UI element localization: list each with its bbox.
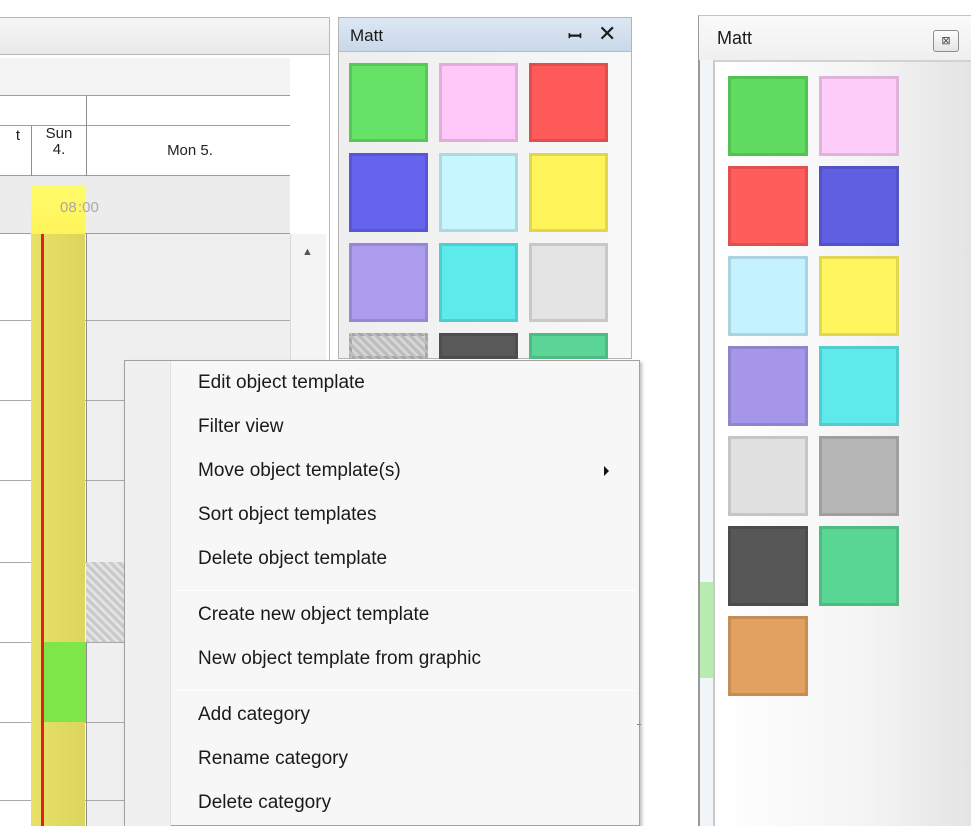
color-swatch[interactable] [728, 346, 808, 426]
color-swatch[interactable] [728, 166, 808, 246]
menu-item-edit-object-template[interactable]: Edit object template [198, 372, 365, 394]
menu-item-sort-object-templates[interactable]: Sort object templates [198, 504, 376, 526]
color-swatch[interactable] [728, 526, 808, 606]
day-header-mon[interactable]: Mon 5. [140, 143, 240, 159]
floating-palette-border [699, 60, 700, 826]
hatched-cell[interactable] [86, 562, 126, 642]
floating-palette-edge [699, 60, 713, 826]
scheduler-header-band [0, 58, 290, 96]
day-header-sun-line2: 4. [52, 141, 66, 158]
color-swatch[interactable] [439, 153, 518, 232]
color-swatch[interactable] [819, 256, 899, 336]
color-swatch[interactable] [439, 63, 518, 142]
color-swatch[interactable] [728, 76, 808, 156]
grid-column-line [86, 234, 87, 826]
color-swatch[interactable] [728, 616, 808, 696]
color-swatch[interactable] [529, 63, 608, 142]
color-swatch[interactable] [529, 333, 608, 359]
color-swatch[interactable] [819, 526, 899, 606]
menu-item-add-category[interactable]: Add category [198, 704, 310, 726]
green-appointment[interactable] [44, 642, 86, 722]
color-swatch[interactable] [819, 166, 899, 246]
menu-edge-tick [637, 724, 641, 725]
color-swatch[interactable] [728, 436, 808, 516]
day-header-sun-line1: Sun [45, 125, 73, 142]
menu-item-delete-object-template[interactable]: Delete object template [198, 548, 387, 570]
day-header-partial[interactable]: t [8, 128, 28, 144]
time-label-minutes: :00 [78, 199, 99, 216]
color-swatch[interactable] [728, 256, 808, 336]
day-header-sun[interactable]: Sun 4. [34, 126, 84, 158]
today-column[interactable] [31, 186, 85, 826]
color-swatch[interactable] [529, 243, 608, 322]
scheduler-toolbar [0, 17, 330, 55]
menu-separator [176, 590, 636, 591]
menu-item-filter-view[interactable]: Filter view [198, 416, 284, 438]
time-label-hour: 08 [60, 199, 77, 216]
color-swatch[interactable] [439, 333, 518, 359]
color-swatch[interactable] [349, 153, 428, 232]
menu-item-create-new-object-template[interactable]: Create new object template [198, 604, 429, 626]
today-column-header [31, 186, 85, 234]
menu-item-delete-category[interactable]: Delete category [198, 792, 331, 814]
color-swatch[interactable] [349, 243, 428, 322]
scroll-up-icon[interactable]: ▲ [302, 246, 313, 258]
color-swatch[interactable] [819, 436, 899, 516]
context-menu-gutter [125, 361, 171, 826]
background-green-sliver [699, 582, 713, 678]
color-swatch[interactable] [349, 63, 428, 142]
scheduler-header-row [0, 96, 290, 126]
color-swatch[interactable] [819, 346, 899, 426]
color-swatch[interactable] [349, 333, 428, 359]
restore-close-icon[interactable]: ⊠ [933, 30, 959, 52]
color-swatch[interactable] [439, 243, 518, 322]
color-swatch[interactable] [529, 153, 608, 232]
menu-item-rename-category[interactable]: Rename category [198, 748, 348, 770]
color-swatch[interactable] [819, 76, 899, 156]
current-time-line [41, 234, 44, 826]
header-divider [86, 96, 87, 176]
menu-separator [176, 690, 636, 691]
docked-palette-title: Matt [350, 26, 384, 45]
menu-item-move-object-templates[interactable]: Move object template(s) [198, 460, 401, 482]
floating-palette-title: Matt [717, 28, 753, 48]
header-divider [31, 126, 32, 176]
pin-icon[interactable]: ꟷ [568, 24, 582, 47]
close-icon[interactable]: ✕ [598, 21, 616, 47]
submenu-arrow-icon [604, 466, 609, 476]
menu-item-new-template-from-graphic[interactable]: New object template from graphic [198, 648, 481, 670]
header-right-pad [290, 58, 326, 234]
